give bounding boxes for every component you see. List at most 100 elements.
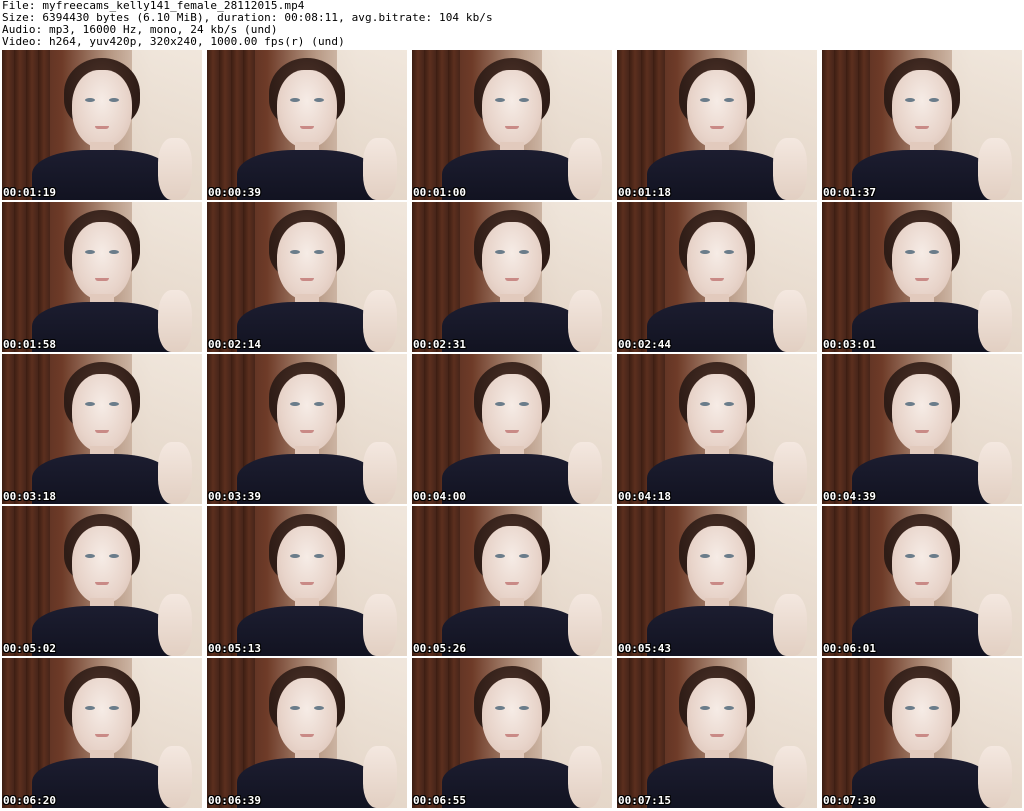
thumbnail-frame: 00:02:31 [412,202,612,352]
mouth [95,582,109,585]
mouth [710,278,724,281]
left-eye [85,402,95,406]
thumbnail-frame: 00:01:37 [822,50,1022,200]
left-eye [290,402,300,406]
right-eye [724,98,734,102]
arm [978,442,1012,504]
thumbnail-frame: 00:04:39 [822,354,1022,504]
left-eye [700,554,710,558]
timestamp-label: 00:01:37 [823,186,876,199]
face [687,70,747,148]
thumbnail-frame: 00:00:39 [207,50,407,200]
thumbnail-frame: 00:03:18 [2,354,202,504]
thumbnail-frame: 00:07:30 [822,658,1022,808]
left-eye [495,402,505,406]
mouth [95,126,109,129]
timestamp-label: 00:01:58 [3,338,56,351]
right-eye [109,98,119,102]
arm [158,138,192,200]
thumbnail-frame: 00:04:00 [412,354,612,504]
arm [568,442,602,504]
thumbnail-frame: 00:06:55 [412,658,612,808]
left-eye [495,250,505,254]
thumbnail-frame: 00:04:18 [617,354,817,504]
thumbnail-frame: 00:01:00 [412,50,612,200]
right-eye [314,706,324,710]
timestamp-label: 00:02:14 [208,338,261,351]
arm [158,442,192,504]
right-eye [724,250,734,254]
thumbnail-frame: 00:01:58 [2,202,202,352]
timestamp-label: 00:03:39 [208,490,261,503]
left-eye [290,554,300,558]
thumbnail-frame: 00:02:44 [617,202,817,352]
thumbnail-frame: 00:03:01 [822,202,1022,352]
face [892,678,952,756]
timestamp-label: 00:03:01 [823,338,876,351]
right-eye [724,554,734,558]
right-eye [314,250,324,254]
face [72,70,132,148]
arm [568,290,602,352]
face [277,222,337,300]
thumbnail-frame: 00:02:14 [207,202,407,352]
right-eye [519,402,529,406]
mouth [505,126,519,129]
face [482,70,542,148]
thumbnail-frame: 00:06:20 [2,658,202,808]
arm [978,594,1012,656]
arm [568,138,602,200]
left-eye [290,250,300,254]
face [277,70,337,148]
right-eye [109,250,119,254]
timestamp-label: 00:01:00 [413,186,466,199]
left-eye [700,98,710,102]
left-eye [905,98,915,102]
left-eye [290,706,300,710]
arm [978,138,1012,200]
face [687,526,747,604]
mouth [915,734,929,737]
face [892,374,952,452]
left-eye [85,98,95,102]
face [892,526,952,604]
video-info-line: Video: h264, yuv420p, 320x240, 1000.00 f… [2,35,345,48]
left-eye [700,402,710,406]
arm [158,594,192,656]
arm [158,746,192,808]
face [892,222,952,300]
left-eye [905,554,915,558]
face [687,678,747,756]
arm [773,138,807,200]
timestamp-label: 00:05:43 [618,642,671,655]
thumbnail-frame: 00:06:01 [822,506,1022,656]
arm [363,290,397,352]
left-eye [85,554,95,558]
timestamp-label: 00:06:39 [208,794,261,807]
right-eye [929,250,939,254]
arm [773,442,807,504]
mouth [710,126,724,129]
right-eye [314,98,324,102]
mouth [95,430,109,433]
right-eye [314,402,324,406]
arm [363,138,397,200]
mouth [505,278,519,281]
thumbnail-frame: 00:05:26 [412,506,612,656]
face [72,526,132,604]
thumbnail-frame: 00:05:13 [207,506,407,656]
face [687,222,747,300]
right-eye [929,706,939,710]
left-eye [85,250,95,254]
mouth [300,430,314,433]
arm [158,290,192,352]
timestamp-label: 00:01:18 [618,186,671,199]
arm [363,594,397,656]
mouth [915,126,929,129]
mouth [300,734,314,737]
mouth [505,582,519,585]
right-eye [929,98,939,102]
timestamp-label: 00:07:30 [823,794,876,807]
timestamp-label: 00:06:55 [413,794,466,807]
mouth [300,278,314,281]
